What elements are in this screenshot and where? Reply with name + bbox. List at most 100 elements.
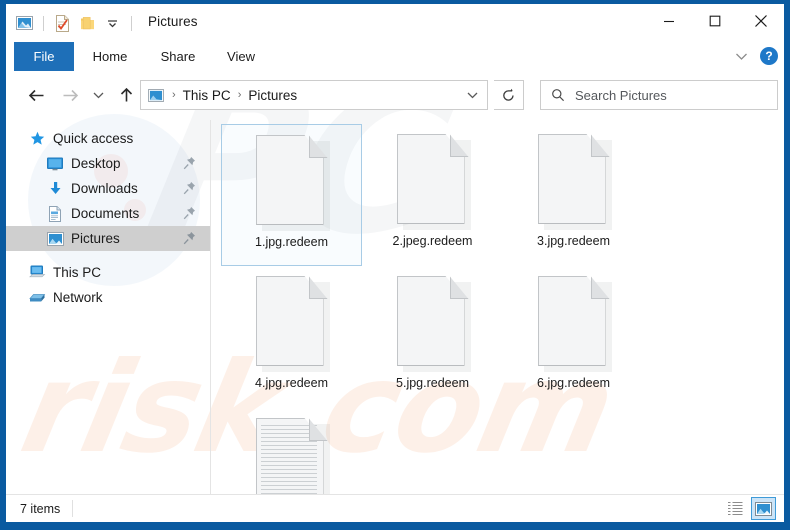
up-button[interactable] bbox=[114, 83, 138, 107]
sidebar-item-label: Downloads bbox=[71, 181, 138, 196]
pin-icon[interactable] bbox=[183, 181, 196, 195]
recent-locations-chevron-icon[interactable] bbox=[88, 83, 108, 107]
sidebar-item-desktop[interactable]: Desktop bbox=[6, 151, 210, 176]
doc-rule-line bbox=[260, 469, 317, 470]
file-label: 6.jpg.redeem bbox=[537, 376, 610, 390]
search-input[interactable]: Search Pictures bbox=[540, 80, 778, 110]
doc-rule-line bbox=[260, 453, 317, 454]
sidebar-item-downloads[interactable]: Downloads bbox=[6, 176, 210, 201]
breadcrumb-pictures[interactable]: Pictures bbox=[246, 88, 299, 103]
blank-document-icon bbox=[255, 135, 330, 231]
window-title: Pictures bbox=[148, 14, 198, 29]
blank-document-icon bbox=[396, 276, 471, 372]
file-item[interactable]: 3.jpg.redeem bbox=[503, 124, 644, 266]
file-label: 3.jpg.redeem bbox=[537, 234, 610, 248]
doc-rule-line bbox=[260, 465, 317, 466]
status-separator bbox=[72, 500, 74, 517]
properties-icon[interactable] bbox=[52, 13, 73, 34]
customize-qat-chevron-icon[interactable] bbox=[102, 13, 123, 34]
close-button[interactable] bbox=[738, 4, 784, 38]
documents-icon bbox=[46, 205, 64, 222]
blank-document-icon bbox=[537, 276, 612, 372]
maximize-button[interactable] bbox=[692, 4, 738, 38]
title-bar: Pictures bbox=[6, 4, 784, 42]
forward-button[interactable] bbox=[58, 83, 82, 107]
breadcrumb-this-pc[interactable]: This PC bbox=[181, 88, 233, 103]
tab-file[interactable]: File bbox=[14, 42, 74, 71]
item-count-label: 7 items bbox=[20, 501, 61, 516]
file-list-view[interactable]: 1.jpg.redeem 2.jpeg.redeem 3.jpg.redeem … bbox=[211, 120, 784, 522]
network-icon bbox=[28, 289, 46, 306]
doc-rule-line bbox=[260, 437, 317, 438]
file-item[interactable]: 1.jpg.redeem bbox=[221, 124, 362, 266]
sidebar-item-label: Pictures bbox=[71, 231, 120, 246]
doc-rule-line bbox=[260, 473, 317, 474]
details-view-button[interactable] bbox=[723, 497, 748, 520]
sidebar-item-quick-access[interactable]: Quick access bbox=[6, 126, 210, 151]
refresh-button[interactable] bbox=[494, 80, 524, 110]
navigation-pane: Quick access Desktop Downloads Documents… bbox=[6, 120, 210, 494]
pin-icon[interactable] bbox=[183, 231, 196, 245]
sidebar-item-label: Desktop bbox=[71, 156, 121, 171]
large-icons-view-button[interactable] bbox=[751, 497, 776, 520]
sidebar-item-label: Quick access bbox=[53, 131, 134, 146]
blank-document-icon bbox=[537, 134, 612, 230]
sidebar-item-network[interactable]: Network bbox=[6, 285, 210, 310]
pin-icon[interactable] bbox=[183, 156, 196, 170]
doc-rule-line bbox=[260, 457, 317, 458]
sidebar-item-documents[interactable]: Documents bbox=[6, 201, 210, 226]
tab-share[interactable]: Share bbox=[150, 42, 206, 71]
file-item[interactable]: 6.jpg.redeem bbox=[503, 266, 644, 408]
address-bar-row: › This PC › Pictures Search Pictures bbox=[6, 76, 784, 114]
tab-view[interactable]: View bbox=[214, 42, 268, 71]
doc-rule-line bbox=[260, 433, 317, 434]
file-item[interactable]: 2.jpeg.redeem bbox=[362, 124, 503, 266]
status-bar: 7 items bbox=[6, 494, 784, 522]
sidebar-item-pictures[interactable]: Pictures bbox=[6, 226, 210, 251]
back-button[interactable] bbox=[24, 83, 48, 107]
quick-access-toolbar bbox=[14, 11, 136, 35]
help-button[interactable]: ? bbox=[760, 47, 778, 65]
file-label: 1.jpg.redeem bbox=[255, 235, 328, 249]
pin-icon[interactable] bbox=[183, 206, 196, 220]
address-bar[interactable]: › This PC › Pictures bbox=[140, 80, 488, 110]
pictures-icon bbox=[46, 230, 64, 247]
qat-separator bbox=[131, 15, 132, 31]
sidebar-divider bbox=[210, 120, 211, 494]
sidebar-item-label: Documents bbox=[71, 206, 140, 221]
doc-rule-line bbox=[260, 477, 317, 478]
expand-ribbon-chevron-icon[interactable] bbox=[728, 45, 754, 67]
file-item[interactable]: 5.jpg.redeem bbox=[362, 266, 503, 408]
blank-document-icon bbox=[396, 134, 471, 230]
tab-home[interactable]: Home bbox=[82, 42, 138, 71]
address-dropdown-chevron-icon[interactable] bbox=[461, 82, 483, 108]
qat-separator bbox=[43, 15, 44, 31]
sidebar-item-this-pc[interactable]: This PC bbox=[6, 260, 210, 285]
blank-document-icon bbox=[255, 276, 330, 372]
doc-rule-line bbox=[260, 445, 317, 446]
star-icon bbox=[28, 130, 46, 147]
minimize-button[interactable] bbox=[646, 4, 692, 38]
search-placeholder: Search Pictures bbox=[575, 87, 667, 103]
pictures-folder-icon[interactable] bbox=[14, 13, 35, 34]
doc-rule-line bbox=[260, 441, 317, 442]
view-mode-buttons bbox=[723, 497, 776, 520]
this-pc-icon bbox=[28, 264, 46, 281]
window-body: PC risk.com bbox=[6, 4, 784, 522]
address-root-icon bbox=[148, 88, 164, 102]
doc-rule-line bbox=[260, 425, 317, 426]
doc-rule-line bbox=[260, 461, 317, 462]
doc-rule-line bbox=[260, 429, 317, 430]
search-icon bbox=[551, 88, 565, 102]
file-grid: 1.jpg.redeem 2.jpeg.redeem 3.jpg.redeem … bbox=[221, 124, 784, 522]
file-item[interactable]: 4.jpg.redeem bbox=[221, 266, 362, 408]
downloads-icon bbox=[46, 180, 64, 197]
new-folder-icon[interactable] bbox=[77, 13, 98, 34]
doc-rule-line bbox=[260, 481, 317, 482]
sidebar-item-label: Network bbox=[53, 290, 103, 305]
file-label: 2.jpeg.redeem bbox=[392, 234, 473, 248]
file-label: 4.jpg.redeem bbox=[255, 376, 328, 390]
file-label: 5.jpg.redeem bbox=[396, 376, 469, 390]
caption-buttons bbox=[646, 4, 784, 38]
